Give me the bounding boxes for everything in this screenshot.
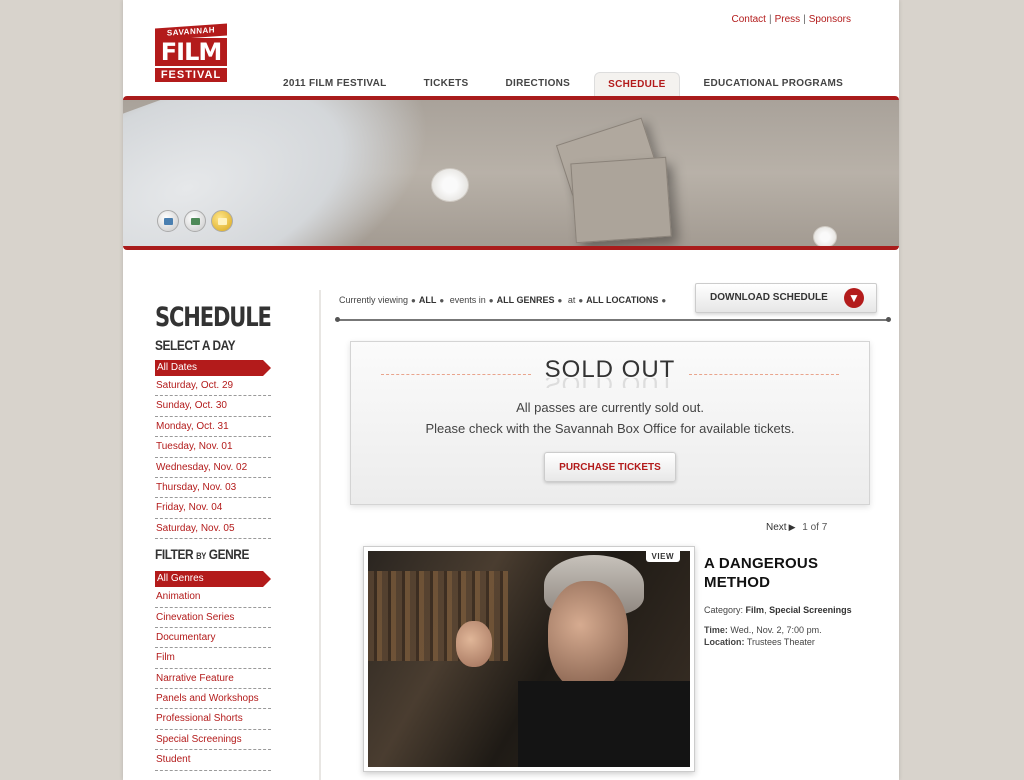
sidebar-title: SCHEDULE xyxy=(155,302,272,333)
film-showtime: Time: Wed., Nov. 2, 7:00 pm. Location: T… xyxy=(704,624,864,648)
divider: | xyxy=(803,14,806,25)
box-office-message: Please check with the Savannah Box Offic… xyxy=(425,421,795,436)
time-value: Wed., Nov. 2, 7:00 pm. xyxy=(730,625,822,635)
genre-filter-item[interactable]: Panels and Workshops xyxy=(155,689,271,710)
contact-link[interactable]: Contact xyxy=(732,14,766,25)
page-container: SAVANNAH FILM FESTIVAL Contact | Press | Spo… xyxy=(123,0,899,780)
page-of: of xyxy=(810,522,819,533)
genre-dropdown[interactable]: ALL GENRES xyxy=(497,295,555,305)
day-filter-item[interactable]: Saturday, Oct. 29 xyxy=(155,376,271,397)
bullet-icon: ● xyxy=(578,296,584,305)
category-film: Film xyxy=(745,605,765,615)
still-coat xyxy=(518,681,690,767)
day-filter-item[interactable]: Tuesday, Nov. 01 xyxy=(155,437,271,458)
sold-out-title-reflection: SOLD OUT xyxy=(351,378,869,388)
film-category: Category: Film, Special Screenings xyxy=(704,605,852,615)
viewing-scope-dropdown[interactable]: ALL xyxy=(419,295,437,305)
schedule-sidebar: SCHEDULE SELECT A DAY All Dates Saturday… xyxy=(155,300,272,771)
purchase-tickets-button[interactable]: PURCHASE TICKETS xyxy=(544,452,676,482)
genre-filter-item[interactable]: Cinevation Series xyxy=(155,608,271,628)
select-day-heading: SELECT A DAY xyxy=(155,337,236,353)
genre-filter-item[interactable]: Special Screenings xyxy=(155,730,271,751)
day-filter-all[interactable]: All Dates xyxy=(155,360,271,376)
filter-genre-heading: FILTER BY GENRE xyxy=(155,545,254,565)
slide-dot-1[interactable] xyxy=(157,210,179,232)
genre-filter-item[interactable]: Professional Shorts xyxy=(155,709,271,730)
filter-by: BY xyxy=(196,551,206,562)
events-in-label: events in xyxy=(449,295,486,305)
film-still-image: VIEW xyxy=(368,551,690,767)
slide-thumb-icon xyxy=(163,217,173,225)
film-still[interactable]: VIEW xyxy=(363,546,695,772)
divider: | xyxy=(768,14,772,25)
next-arrow-icon[interactable]: ▶ xyxy=(789,522,796,532)
bullet-icon: ● xyxy=(488,296,494,305)
pagination: Next ▶ 1 of 7 xyxy=(766,522,827,533)
day-filter-item[interactable]: Thursday, Nov. 03 xyxy=(155,478,271,499)
slide-thumb-icon xyxy=(190,217,200,225)
page-current: 1 xyxy=(802,522,808,533)
location-dropdown[interactable]: ALL LOCATIONS xyxy=(586,295,658,305)
sold-out-panel: SOLD OUT SOLD OUT All passes are current… xyxy=(350,341,870,505)
filter-divider xyxy=(335,317,891,322)
logo-film: FILM xyxy=(155,38,227,66)
day-filter-item[interactable]: Sunday, Oct. 30 xyxy=(155,396,271,417)
genre-filter-item[interactable]: Documentary xyxy=(155,628,271,649)
genre-filter-item[interactable]: Student xyxy=(155,750,271,771)
sold-out-message: All passes are currently sold out. xyxy=(516,400,704,415)
bullet-icon: ● xyxy=(661,296,667,305)
genre-filter-item[interactable]: Narrative Feature xyxy=(155,669,271,690)
page-total: 7 xyxy=(821,522,828,533)
download-icon: ▼ xyxy=(844,288,864,308)
location-label: Location: xyxy=(704,637,745,647)
current-filter-summary: Currently viewing ● ALL ● events in ● ALL GEN… xyxy=(339,295,669,305)
download-schedule-button[interactable]: DOWNLOAD SCHEDULE ▼ xyxy=(695,283,877,313)
hero-banner xyxy=(123,96,899,250)
still-figure-right xyxy=(548,581,628,691)
bullet-icon: ● xyxy=(557,296,563,305)
press-link[interactable]: Press xyxy=(775,14,801,25)
genre-filter-item[interactable]: Animation xyxy=(155,587,271,608)
day-filter-item[interactable]: Friday, Nov. 04 xyxy=(155,498,271,519)
slide-thumb-icon xyxy=(217,217,227,225)
still-figure-left xyxy=(456,621,492,667)
banner-box xyxy=(570,156,672,244)
genre-filter-item[interactable]: Film xyxy=(155,648,271,669)
slide-selector xyxy=(157,210,238,232)
filter-word: FILTER xyxy=(155,546,194,563)
download-schedule-label: DOWNLOAD SCHEDULE xyxy=(710,292,828,303)
viewing-label: Currently viewing xyxy=(339,295,409,305)
logo-festival: FESTIVAL xyxy=(155,68,227,82)
utility-links: Contact | Press | Sponsors xyxy=(732,14,852,25)
film-details: A DANGEROUS METHOD Category: Film, Speci… xyxy=(704,554,864,648)
slide-dot-2[interactable] xyxy=(184,210,206,232)
day-filter-item[interactable]: Saturday, Nov. 05 xyxy=(155,519,271,540)
time-label: Time: xyxy=(704,625,728,635)
bullet-icon: ● xyxy=(411,296,416,305)
category-special-screenings: Special Screenings xyxy=(769,605,852,615)
bullet-icon: ● xyxy=(439,296,445,305)
sand-dollar-icon xyxy=(431,168,469,202)
festival-logo[interactable]: SAVANNAH FILM FESTIVAL xyxy=(155,22,227,84)
film-title[interactable]: A DANGEROUS METHOD xyxy=(704,554,864,592)
location-value: Trustees Theater xyxy=(746,637,815,647)
column-divider xyxy=(319,290,321,780)
view-button[interactable]: VIEW xyxy=(645,551,680,562)
at-label: at xyxy=(567,295,576,305)
filter-genre-word: GENRE xyxy=(208,546,250,563)
sponsors-link[interactable]: Sponsors xyxy=(809,14,851,25)
slide-dot-3[interactable] xyxy=(211,210,233,232)
sand-dollar-icon xyxy=(813,226,837,246)
category-label: Category: xyxy=(704,605,744,615)
day-filter-item[interactable]: Wednesday, Nov. 02 xyxy=(155,458,271,478)
day-filter-item[interactable]: Monday, Oct. 31 xyxy=(155,417,271,438)
genre-filter-all[interactable]: All Genres xyxy=(155,571,271,588)
next-link[interactable]: Next xyxy=(766,522,787,533)
